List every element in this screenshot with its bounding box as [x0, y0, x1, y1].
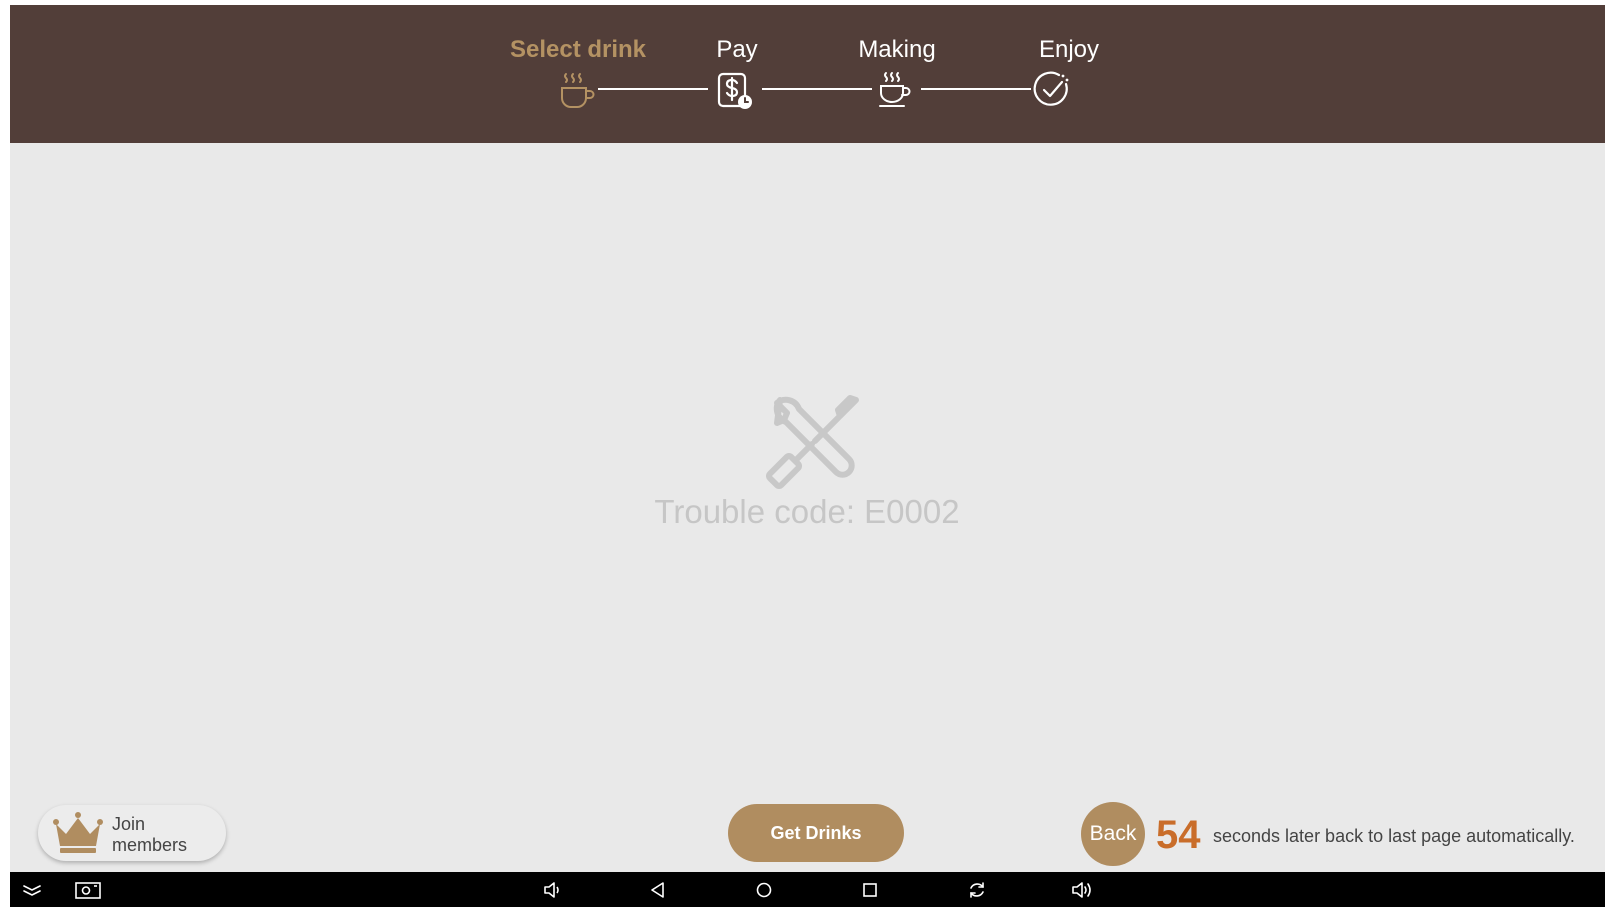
collapse-icon[interactable]	[20, 878, 44, 902]
check-circle-icon	[1033, 71, 1069, 106]
step-select-drink-label: Select drink	[509, 36, 647, 63]
join-label-line2: members	[112, 835, 188, 855]
crown-icon	[53, 812, 103, 853]
join-members-label: Join members	[112, 814, 212, 856]
coffee-cup-icon	[879, 72, 911, 107]
system-navigation-bar	[10, 872, 1605, 907]
step-connector	[921, 88, 1031, 90]
step-connector	[598, 88, 708, 90]
rotate-icon[interactable]	[965, 878, 989, 902]
volume-down-icon[interactable]	[541, 878, 565, 902]
tools-icon	[766, 395, 859, 490]
volume-up-icon[interactable]	[1070, 878, 1094, 902]
countdown-seconds: 54	[1156, 813, 1201, 857]
get-drinks-button[interactable]: Get Drinks	[728, 804, 904, 862]
step-making-label: Making	[858, 36, 936, 63]
screenshot-icon[interactable]	[74, 878, 102, 902]
step-connector	[762, 88, 872, 90]
nav-back-icon[interactable]	[646, 878, 670, 902]
progress-header: Select drink Pay Making Enjoy	[10, 5, 1605, 143]
pay-bill-icon	[717, 72, 752, 109]
step-pay-label: Pay	[716, 36, 758, 63]
back-button[interactable]: Back	[1081, 802, 1145, 866]
join-members-button[interactable]: Join members	[38, 805, 226, 861]
trouble-code-text: Trouble code: E0002	[654, 493, 960, 530]
countdown-message: seconds later back to last page automati…	[1213, 826, 1575, 846]
nav-recents-icon[interactable]	[858, 878, 882, 902]
steaming-cup-icon	[561, 73, 595, 108]
kiosk-screen: Select drink Pay Making Enjoy Trouble co…	[10, 5, 1605, 907]
step-enjoy-label: Enjoy	[1038, 36, 1100, 63]
join-label-line1: Join	[112, 814, 146, 834]
nav-home-icon[interactable]	[752, 878, 776, 902]
